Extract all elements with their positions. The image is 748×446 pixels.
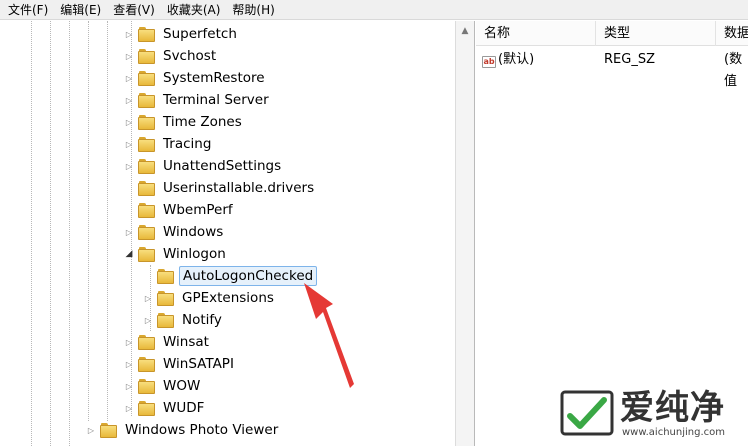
watermark: 爱纯净 www.aichunjing.com xyxy=(560,386,746,442)
watermark-brand: 爱纯净 xyxy=(620,388,725,428)
watermark-url: www.aichunjing.com xyxy=(622,427,725,438)
watermark-logo-icon xyxy=(560,390,614,436)
red-arrow-annotation xyxy=(304,283,354,388)
